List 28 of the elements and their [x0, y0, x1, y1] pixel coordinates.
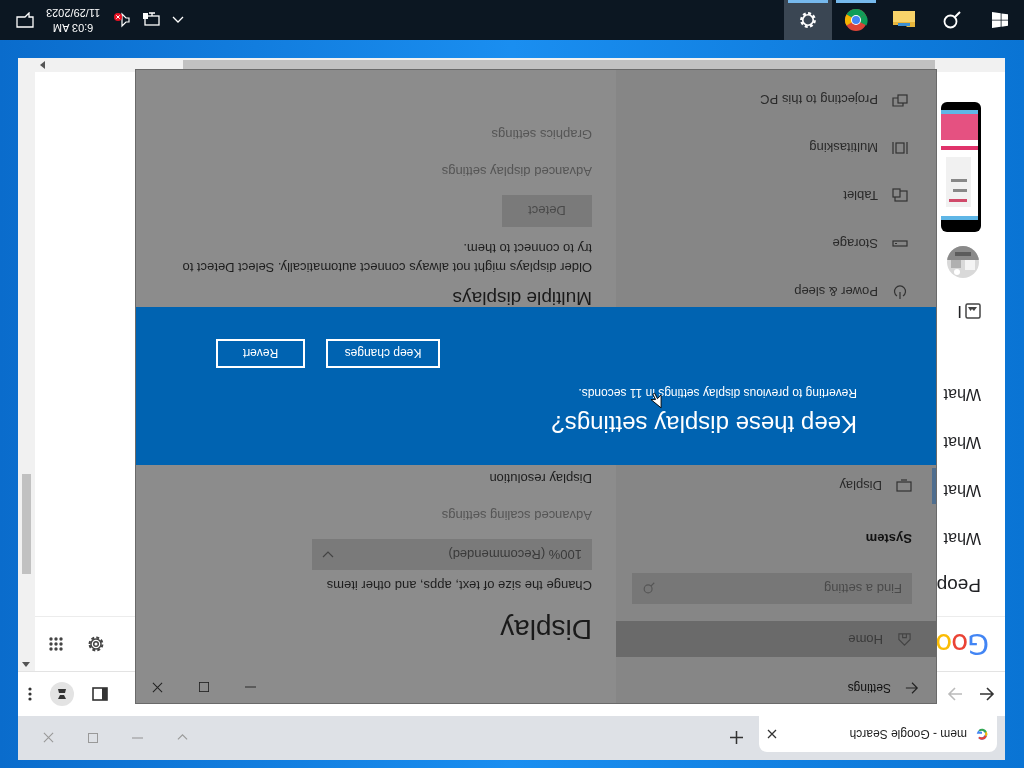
nav-item[interactable]: Multitasking [616, 130, 936, 166]
nav-item[interactable]: Storage [616, 226, 936, 262]
scale-dropdown[interactable]: 100% (Recommended) [312, 539, 592, 570]
tab-title: mem - Google Search [848, 727, 967, 741]
dialog-button[interactable]: Keep changes [326, 339, 440, 368]
nav-item[interactable]: Power & sleep [616, 274, 936, 310]
window-title: Settings [847, 681, 891, 696]
description-text: Older displays might not always connect automatically. Select Detect to try to connect to them. [181, 240, 592, 277]
result-link[interactable]: What [943, 514, 981, 562]
result-link[interactable]: What [943, 418, 981, 466]
clock-time[interactable]: 6:03 AM [52, 20, 94, 35]
result-link[interactable]: What [943, 466, 981, 514]
dialog-title: Keep these display settings? [551, 410, 857, 438]
setting-label: Change the size of text, apps, and other items [326, 578, 592, 593]
images-label[interactable]: I [957, 301, 962, 321]
dialog-message: Reverting to previous display settings in 11 seconds. [577, 386, 857, 400]
dialog-button[interactable]: Revert [216, 339, 305, 368]
result-link[interactable]: What [943, 370, 981, 418]
clock-date[interactable]: 11/29/2023 [46, 5, 101, 20]
setting-label: Display resolution [489, 471, 592, 486]
google-logo[interactable]: Goo [936, 627, 989, 661]
section-heading: Peop [936, 574, 981, 596]
section-heading: Multiple displays [452, 287, 592, 309]
nav-item[interactable]: Projecting to this PC [616, 82, 936, 118]
page-heading: Display [500, 614, 592, 644]
section-heading: System [864, 531, 912, 546]
nav-item[interactable]: Tablet [616, 178, 936, 214]
browser-tab[interactable]: mem - Google Search [759, 716, 997, 752]
